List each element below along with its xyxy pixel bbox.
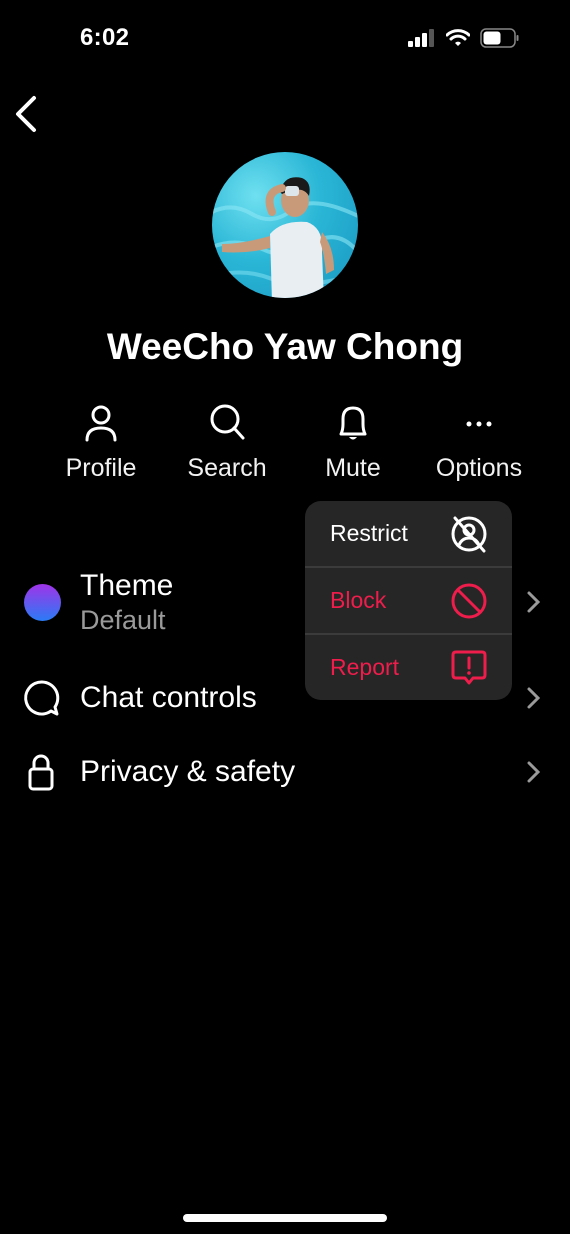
options-menu: Restrict Block Report xyxy=(305,501,512,700)
restrict-icon xyxy=(451,516,487,552)
profile-label: Profile xyxy=(65,454,137,482)
privacy-safety-label: Privacy & safety xyxy=(80,755,296,788)
chevron-right-icon xyxy=(527,687,541,709)
profile-photo xyxy=(212,177,358,298)
bell-icon xyxy=(339,406,367,440)
status-time: 6:02 xyxy=(80,24,130,51)
chevron-right-icon xyxy=(527,591,541,613)
profile-button[interactable]: Profile xyxy=(40,402,162,483)
battery-icon xyxy=(480,28,519,48)
search-button[interactable]: Search xyxy=(166,402,288,483)
person-icon xyxy=(85,405,117,442)
restrict-menu-item[interactable]: Restrict xyxy=(305,501,512,566)
home-indicator[interactable] xyxy=(183,1214,387,1222)
report-menu-item[interactable]: Report xyxy=(305,635,512,700)
avatar[interactable] xyxy=(212,152,358,298)
wifi-icon xyxy=(446,29,470,46)
back-button[interactable] xyxy=(10,92,50,136)
block-icon xyxy=(451,583,487,618)
report-icon xyxy=(451,650,487,684)
options-button[interactable]: Options xyxy=(418,402,540,483)
mute-label: Mute xyxy=(325,454,381,482)
report-label: Report xyxy=(330,654,400,680)
mute-button[interactable]: Mute xyxy=(292,402,414,483)
theme-label: Theme xyxy=(80,568,174,602)
block-label: Block xyxy=(330,587,387,613)
lock-icon xyxy=(28,754,54,791)
privacy-safety-row[interactable]: Privacy & safety xyxy=(0,748,570,796)
search-label: Search xyxy=(187,454,267,482)
more-horizontal-icon xyxy=(466,421,492,427)
profile-name: WeeCho Yaw Chong xyxy=(106,326,464,367)
restrict-label: Restrict xyxy=(330,520,408,546)
options-label: Options xyxy=(435,454,523,482)
status-icons xyxy=(408,28,520,48)
chevron-left-icon xyxy=(16,96,36,132)
chevron-right-icon xyxy=(527,761,541,783)
block-menu-item[interactable]: Block xyxy=(305,568,512,633)
theme-gradient-circle xyxy=(23,583,61,621)
search-icon xyxy=(210,404,245,440)
chat-bubble-icon xyxy=(24,680,60,716)
cellular-signal-icon xyxy=(408,29,434,47)
action-bar: Profile Search Mute Options xyxy=(40,402,540,483)
theme-value: Default xyxy=(80,604,166,635)
chat-controls-label: Chat controls xyxy=(80,681,257,714)
